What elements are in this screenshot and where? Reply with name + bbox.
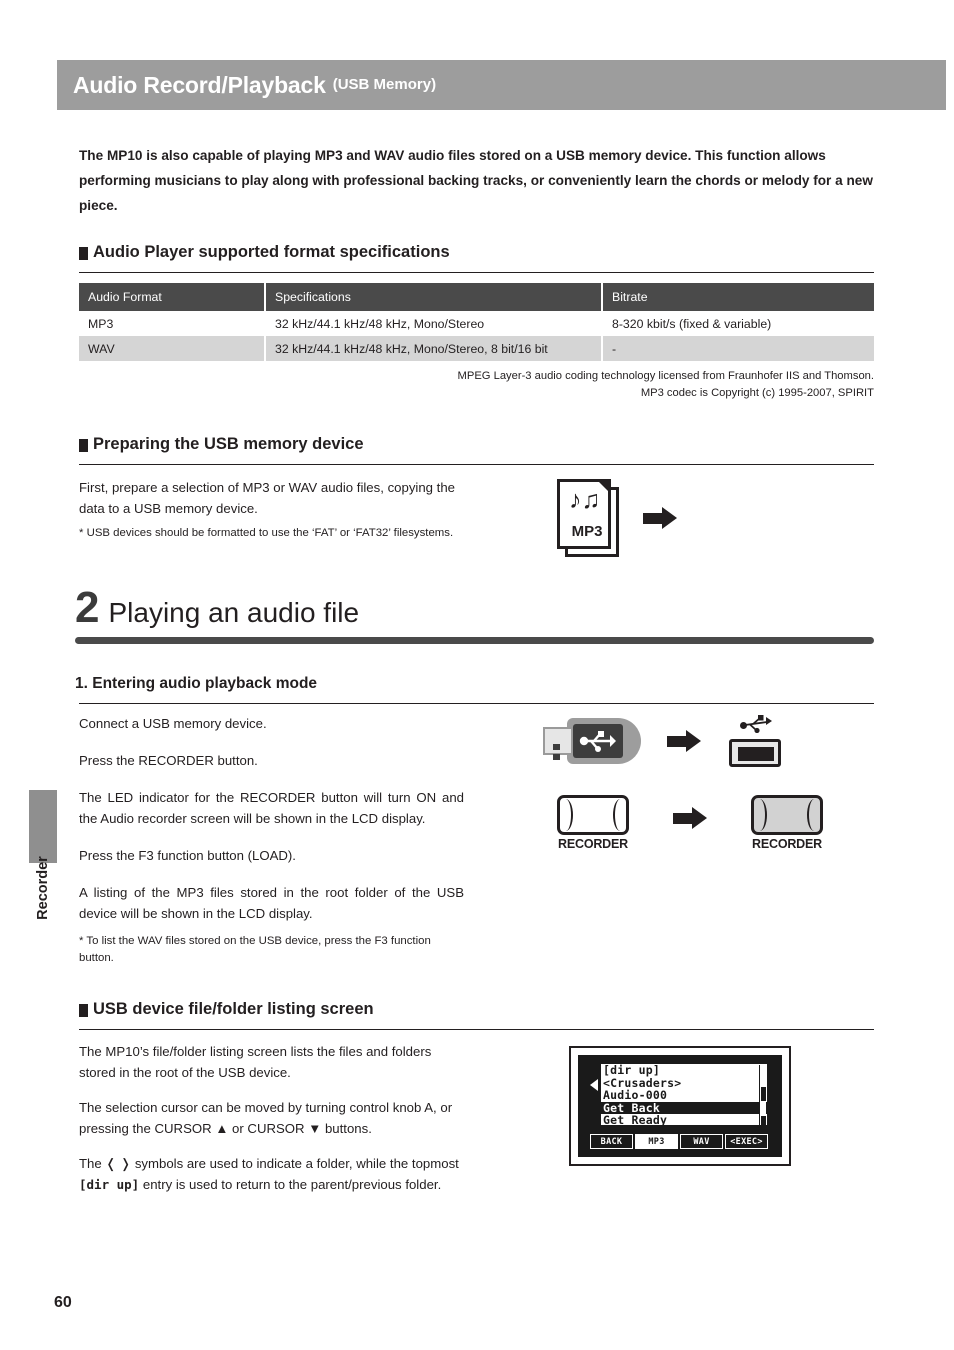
page-title: Audio Record/Playback xyxy=(73,71,326,98)
list-item[interactable]: Get Ready xyxy=(601,1114,767,1125)
arrow-right-icon xyxy=(643,507,677,529)
music-notes-icon: ♪♫ xyxy=(569,486,601,514)
listing-paragraph-3: The ❬ ❭ symbols are used to indicate a f… xyxy=(79,1153,474,1195)
section-heading-preparing-usb: Preparing the USB memory device xyxy=(79,435,364,454)
scrollbar-thumb[interactable] xyxy=(761,1087,766,1101)
usb-port-icon xyxy=(727,713,783,769)
prepare-usb-paragraph: First, prepare a selection of MP3 or WAV… xyxy=(79,480,456,516)
usb-memory-stick-icon xyxy=(543,718,641,764)
recorder-button-off[interactable]: RECORDER xyxy=(557,795,629,851)
selection-cursor-arrow-icon xyxy=(590,1079,598,1091)
section-heading-usb-listing-screen: USB device file/folder listing screen xyxy=(79,1000,374,1019)
function-key-back[interactable]: BACK xyxy=(590,1134,633,1149)
lcd-display: [dir up] <Crusaders> Audio-000 Get Back … xyxy=(569,1046,791,1166)
list-item[interactable]: Audio-000 xyxy=(601,1089,767,1102)
footnote-mp3-codec-copyright: MP3 codec is Copyright (c) 1995-2007, SP… xyxy=(640,387,874,399)
playback-steps-list: Connect a USB memory device. Press the R… xyxy=(79,713,464,967)
column-header-audio-format: Audio Format xyxy=(79,283,266,311)
folder-note-end: entry is used to return to the parent/pr… xyxy=(139,1177,442,1192)
big-section-playing-audio-file: 2 Playing an audio file xyxy=(75,586,874,644)
illustration-connect-usb xyxy=(543,713,783,769)
section-heading-label: Preparing the USB memory device xyxy=(93,435,364,453)
section-divider xyxy=(79,464,874,465)
mp3-file-icon: ♪♫ MP3 xyxy=(557,479,619,557)
section-heading-label: USB device file/folder listing screen xyxy=(93,1000,374,1018)
step-item: Connect a USB memory device. xyxy=(79,716,267,731)
bullet-square-icon xyxy=(79,439,88,452)
list-item[interactable]: [dir up] xyxy=(601,1064,767,1077)
usb-trident-icon xyxy=(579,731,616,752)
usb-trident-icon xyxy=(725,508,762,529)
mp3-file-label: MP3 xyxy=(571,523,603,540)
dir-up-entry-label: [dir up] xyxy=(79,1177,140,1192)
recorder-button-on[interactable]: RECORDER xyxy=(751,795,823,851)
column-header-specifications: Specifications xyxy=(265,283,603,311)
cell-specifications: 32 kHz/44.1 kHz/48 kHz, Mono/Stereo, 8 b… xyxy=(265,336,603,361)
cell-bitrate: - xyxy=(602,336,874,361)
section-divider xyxy=(79,1029,874,1030)
function-key-exec[interactable]: <EXEC> xyxy=(725,1134,768,1149)
section-rule xyxy=(75,637,874,644)
bullet-square-icon xyxy=(79,247,88,260)
section-title: Playing an audio file xyxy=(108,597,360,628)
section-heading-label: Audio Player supported format specificat… xyxy=(93,243,450,261)
usb-symbol-icon xyxy=(740,715,772,733)
illustration-mp3-to-usb: ♪♫ MP3 xyxy=(557,479,799,557)
section-divider xyxy=(79,272,874,273)
intro-paragraph: The MP10 is also capable of playing MP3 … xyxy=(79,148,873,213)
step-item: The LED indicator for the RECORDER butto… xyxy=(79,790,464,826)
step-footnote: * To list the WAV files stored on the US… xyxy=(79,935,431,964)
function-key-wav[interactable]: WAV xyxy=(680,1134,723,1149)
folder-note-mid: symbols are used to indicate a folder, w… xyxy=(131,1156,459,1171)
folder-bracket-symbols: ❬ ❭ xyxy=(105,1156,132,1171)
scrollbar-end-marker xyxy=(761,1116,766,1125)
usb-socket-icon xyxy=(729,739,781,767)
table-header-row: Audio Format Specifications Bitrate xyxy=(79,283,874,311)
section-heading-audio-format-specs: Audio Player supported format specificat… xyxy=(79,243,450,262)
step-heading-entering-playback-mode: 1. Entering audio playback mode xyxy=(75,675,318,692)
page-header-banner: Audio Record/Playback (USB Memory) xyxy=(57,60,946,110)
section-divider xyxy=(79,703,874,704)
function-key-bar: BACK MP3 WAV <EXEC> xyxy=(590,1134,768,1149)
cell-specifications: 32 kHz/44.1 kHz/48 kHz, Mono/Stereo xyxy=(265,311,603,336)
scrollbar[interactable] xyxy=(759,1065,766,1125)
sidebar-chapter-label: Recorder xyxy=(35,856,51,920)
cell-audio-format: MP3 xyxy=(79,311,266,336)
section-number: 2 xyxy=(75,583,100,632)
audio-format-spec-table: Audio Format Specifications Bitrate MP3 … xyxy=(79,283,874,361)
prepare-usb-note: * USB devices should be formatted to use… xyxy=(79,527,454,539)
page-number: 60 xyxy=(54,1294,72,1311)
lcd-bezel: [dir up] <Crusaders> Audio-000 Get Back … xyxy=(578,1055,782,1157)
step-item: Press the RECORDER button. xyxy=(79,753,258,768)
step-item: A listing of the MP3 files stored in the… xyxy=(79,885,464,921)
arrow-right-icon xyxy=(667,730,701,752)
step-item: Press the F3 function button (LOAD). xyxy=(79,848,296,863)
arrow-right-icon xyxy=(673,807,707,829)
folder-note-pre: The xyxy=(79,1156,106,1171)
usb-memory-stick-icon xyxy=(701,495,799,541)
listing-paragraph-2: The selection cursor can be moved by tur… xyxy=(79,1100,453,1136)
illustration-recorder-button: RECORDER RECORDER xyxy=(557,795,823,851)
listing-paragraph-1: The MP10’s file/folder listing screen li… xyxy=(79,1044,432,1080)
table-row: MP3 32 kHz/44.1 kHz/48 kHz, Mono/Stereo … xyxy=(79,311,874,336)
bullet-square-icon xyxy=(79,1004,88,1017)
cell-audio-format: WAV xyxy=(79,336,266,361)
file-folder-list[interactable]: [dir up] <Crusaders> Audio-000 Get Back … xyxy=(600,1063,768,1126)
cell-bitrate: 8-320 kbit/s (fixed & variable) xyxy=(612,316,772,331)
recorder-button-label: RECORDER xyxy=(558,837,628,851)
table-row: WAV 32 kHz/44.1 kHz/48 kHz, Mono/Stereo,… xyxy=(79,336,874,361)
function-key-mp3[interactable]: MP3 xyxy=(635,1134,678,1149)
column-header-bitrate: Bitrate xyxy=(602,283,874,311)
table-footnotes: MPEG Layer-3 audio coding technology lic… xyxy=(79,368,874,402)
footnote-mpeg-license: MPEG Layer-3 audio coding technology lic… xyxy=(457,370,874,382)
page-subtitle: (USB Memory) xyxy=(332,75,437,93)
recorder-button-label: RECORDER xyxy=(752,837,822,851)
